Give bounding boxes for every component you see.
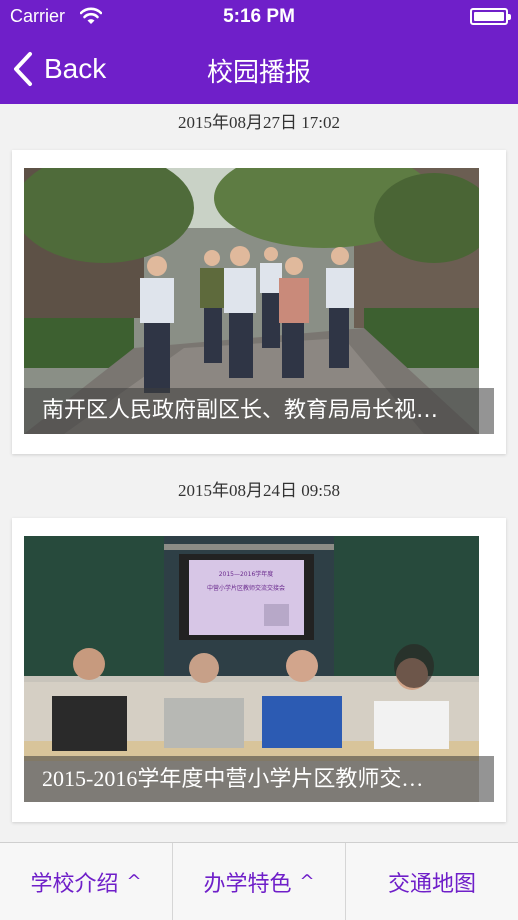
news-date: 2015年08月27日 17:02 — [178, 113, 340, 132]
page-title: 校园播报 — [206, 58, 311, 88]
news-card[interactable]: 2015—2016学年度 中营小学片区教师交流交接会 2015-2016学年度中… — [12, 518, 506, 822]
tab-traffic-map[interactable]: 交通地图 — [346, 843, 518, 920]
tab-school-intro[interactable]: 学校介绍 ^ — [0, 843, 173, 920]
battery-icon — [470, 8, 511, 25]
tab-label: 学校介绍 — [30, 871, 119, 897]
bottom-tab-bar: 学校介绍 ^ 办学特色 ^ 交通地图 — [0, 842, 518, 920]
news-caption: 南开区人民政府副区长、教育局局长视… — [24, 388, 494, 434]
news-list[interactable]: 2015年08月27日 17:02 南开区人民政府副区长、教育局局长视… 201… — [0, 104, 518, 842]
clock: 5:16 PM — [223, 6, 295, 27]
news-card[interactable]: 南开区人民政府副区长、教育局局长视… — [12, 150, 506, 454]
news-caption: 2015-2016学年度中营小学片区教师交… — [24, 756, 494, 802]
tab-school-features[interactable]: 办学特色 ^ — [173, 843, 346, 920]
caret-up-icon: ^ — [126, 871, 142, 892]
slide-subtitle: 中营小学片区教师交流交接会 — [207, 584, 285, 592]
slide-title: 2015—2016学年度 — [219, 570, 274, 578]
nav-bar: Back 校园播报 — [0, 34, 518, 104]
status-bar: Carrier 5:16 PM — [0, 0, 518, 34]
news-date: 2015年08月24日 09:58 — [178, 481, 340, 500]
tab-label: 办学特色 — [203, 871, 292, 897]
caret-up-icon: ^ — [299, 871, 315, 892]
tab-label: 交通地图 — [387, 871, 476, 897]
